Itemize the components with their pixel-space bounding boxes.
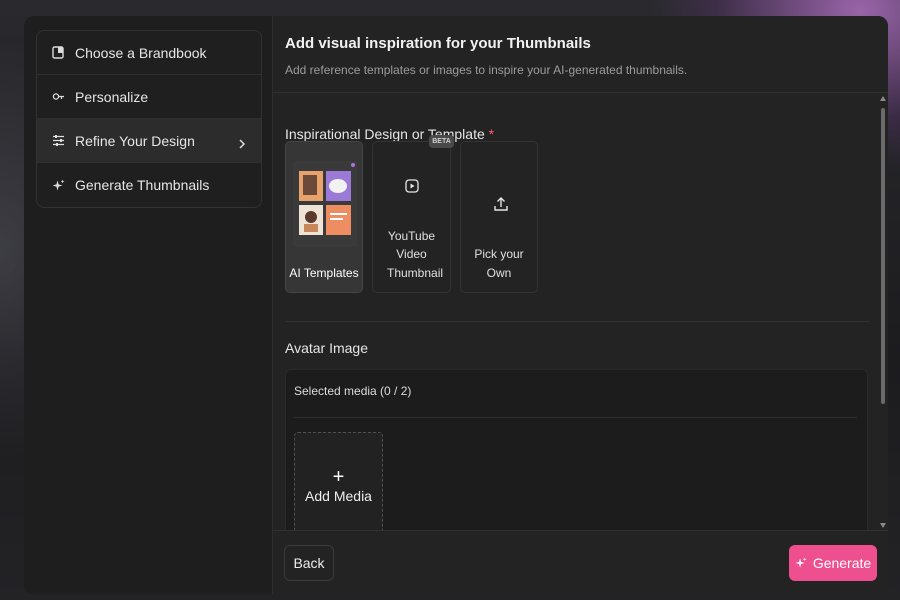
scroll-down-arrow-icon[interactable] bbox=[880, 523, 886, 528]
vertical-scrollbar[interactable] bbox=[879, 94, 888, 530]
scrollbar-thumb[interactable] bbox=[881, 108, 885, 404]
generate-button[interactable]: Generate bbox=[789, 545, 877, 581]
footer-bar: Back Generate bbox=[273, 530, 888, 594]
add-media-button[interactable]: + Add Media bbox=[294, 432, 383, 530]
sidebar-item-refine-your-design[interactable]: Refine Your Design bbox=[37, 119, 261, 163]
sidebar: Choose a Brandbook Personalize Refine Yo… bbox=[24, 16, 273, 594]
page-title: Add visual inspiration for your Thumbnai… bbox=[285, 35, 591, 52]
generate-label: Generate bbox=[812, 555, 872, 571]
upload-icon bbox=[493, 196, 509, 212]
sidebar-item-choose-brandbook[interactable]: Choose a Brandbook bbox=[37, 31, 261, 75]
plus-icon: + bbox=[332, 466, 345, 488]
media-divider bbox=[294, 417, 857, 418]
inspiration-section-title: Inspirational Design or Template * bbox=[285, 126, 494, 142]
ai-templates-preview-image bbox=[293, 161, 357, 247]
sidebar-item-label: Refine Your Design bbox=[75, 132, 195, 149]
sparkle-icon bbox=[51, 178, 65, 192]
sidebar-item-generate-thumbnails[interactable]: Generate Thumbnails bbox=[37, 163, 261, 207]
steps-list: Choose a Brandbook Personalize Refine Yo… bbox=[36, 30, 262, 208]
content-scroll-area[interactable]: Inspirational Design or Template * AI Te… bbox=[273, 94, 888, 530]
inspiration-title-text: Inspirational Design or Template bbox=[285, 126, 485, 142]
option-ai-templates[interactable]: AI Templates bbox=[285, 141, 363, 293]
section-divider bbox=[285, 321, 870, 322]
sidebar-item-label: Choose a Brandbook bbox=[75, 44, 207, 61]
selected-media-count: Selected media (0 / 2) bbox=[294, 384, 412, 398]
option-label: Pick your Own bbox=[474, 247, 524, 280]
option-pick-your-own[interactable]: Pick your Own bbox=[460, 141, 538, 293]
sidebar-item-personalize[interactable]: Personalize bbox=[37, 75, 261, 119]
sidebar-item-label: Generate Thumbnails bbox=[75, 177, 210, 193]
page-subtitle: Add reference templates or images to ins… bbox=[285, 63, 688, 77]
page-header: Add visual inspiration for your Thumbnai… bbox=[273, 16, 888, 93]
app-window: Choose a Brandbook Personalize Refine Yo… bbox=[24, 16, 888, 594]
sliders-icon bbox=[51, 134, 65, 148]
brandbook-icon bbox=[51, 46, 65, 60]
play-icon bbox=[405, 179, 419, 193]
option-label: AI Templates bbox=[289, 265, 359, 280]
option-youtube-video-thumbnail[interactable]: BETA YouTube Video Thumbnail bbox=[372, 135, 454, 293]
option-label: YouTube Video Thumbnail bbox=[387, 228, 444, 280]
scroll-up-arrow-icon[interactable] bbox=[880, 96, 886, 101]
sidebar-item-label: Personalize bbox=[75, 88, 149, 105]
add-media-label: Add Media bbox=[305, 488, 372, 504]
back-button[interactable]: Back bbox=[284, 545, 334, 581]
beta-badge: BETA bbox=[429, 135, 454, 148]
main-panel: Add visual inspiration for your Thumbnai… bbox=[273, 16, 888, 594]
required-mark: * bbox=[488, 126, 495, 142]
sparkle-icon bbox=[795, 557, 807, 569]
personalize-icon bbox=[51, 90, 65, 104]
chevron-right-icon bbox=[237, 136, 247, 149]
avatar-media-box: Selected media (0 / 2) + Add Media bbox=[285, 369, 868, 530]
avatar-section-title: Avatar Image bbox=[285, 340, 369, 356]
